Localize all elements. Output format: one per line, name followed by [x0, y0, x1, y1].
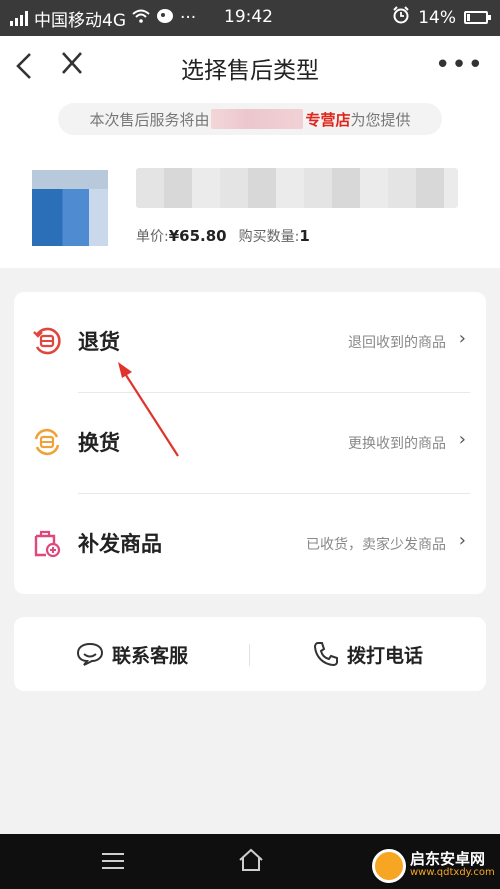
contact-bar: 联系客服 拨打电话 [14, 617, 486, 691]
nav-bar: 选择售后类型 ••• [0, 36, 500, 98]
status-left: 中国移动4G ··· [10, 6, 196, 31]
status-time: 19:42 [224, 7, 273, 27]
shop-notice-section: 本次售后服务将由 专营店 为您提供 [0, 98, 500, 146]
status-right: 14% [392, 6, 491, 29]
status-bar: 中国移动4G ··· 19:42 14% [0, 0, 500, 36]
product-thumbnail [32, 170, 108, 246]
site-watermark: 启东安卓网 www.qdtxdy.com [372, 846, 496, 886]
watermark-site: www.qdtxdy.com [410, 867, 495, 878]
call-phone-label: 拨打电话 [346, 644, 423, 667]
notification-icon [156, 8, 174, 29]
battery-icon [464, 11, 491, 24]
home-icon[interactable] [238, 848, 264, 872]
contact-service-button[interactable]: 联系客服 [14, 617, 250, 691]
watermark-text: 启东安卓网 www.qdtxdy.com [410, 852, 495, 880]
notice-shop[interactable]: 专营店 [305, 109, 350, 130]
quantity-value: 1 [299, 227, 310, 245]
exchange-goods-icon [34, 428, 60, 456]
battery-level: 14% [418, 7, 456, 28]
watermark-name: 启东安卓网 [410, 850, 486, 868]
return-goods-icon [33, 327, 61, 355]
wifi-icon [132, 9, 150, 27]
option-reissue[interactable]: 补发商品 已收货，卖家少发商品 › [14, 494, 486, 594]
menu-icon[interactable] [102, 853, 124, 869]
chat-icon [76, 642, 103, 666]
shop-notice: 本次售后服务将由 专营店 为您提供 [58, 103, 442, 135]
quantity-label: 购买数量: [238, 229, 300, 245]
chevron-right-icon: › [458, 530, 466, 551]
option-desc: 退回收到的商品 [348, 335, 446, 351]
more-options-button[interactable]: ••• [435, 50, 484, 80]
option-desc: 已收货，卖家少发商品 [306, 537, 446, 553]
option-exchange[interactable]: 换货 更换收到的商品 › [14, 393, 486, 493]
annotation-arrow-icon [118, 362, 179, 457]
chevron-right-icon: › [458, 328, 466, 349]
shop-name-redacted [211, 109, 304, 129]
notice-suffix: 为您提供 [350, 110, 411, 129]
chevron-right-icon: › [458, 429, 466, 450]
carrier-label: 中国移动4G [34, 10, 126, 31]
option-return[interactable]: 退货 退回收到的商品 › [14, 292, 486, 392]
option-desc: 更换收到的商品 [348, 436, 446, 452]
page-title: 选择售后类型 [181, 58, 319, 84]
more-notifications: ··· [180, 8, 197, 28]
reissue-goods-icon [34, 530, 61, 558]
call-phone-button[interactable]: 拨打电话 [250, 617, 486, 691]
watermark-logo-icon [372, 849, 406, 883]
option-label: 补发商品 [78, 532, 162, 556]
alarm-icon [392, 6, 410, 29]
product-summary: 单价:¥65.80 购买数量:1 [0, 146, 500, 268]
contact-service-label: 联系客服 [111, 644, 188, 667]
product-title-redacted [136, 168, 458, 208]
after-sale-options: 退货 退回收到的商品 › 换货 更换收到的商品 › 补发商品 已收货，卖家少发商… [14, 292, 486, 594]
unit-price: ¥65.80 [168, 227, 227, 245]
notice-prefix: 本次售后服务将由 [89, 110, 210, 129]
product-meta: 单价:¥65.80 购买数量:1 [136, 226, 310, 246]
price-label: 单价: [136, 229, 169, 245]
phone-icon [313, 642, 338, 667]
signal-icon [10, 10, 28, 26]
